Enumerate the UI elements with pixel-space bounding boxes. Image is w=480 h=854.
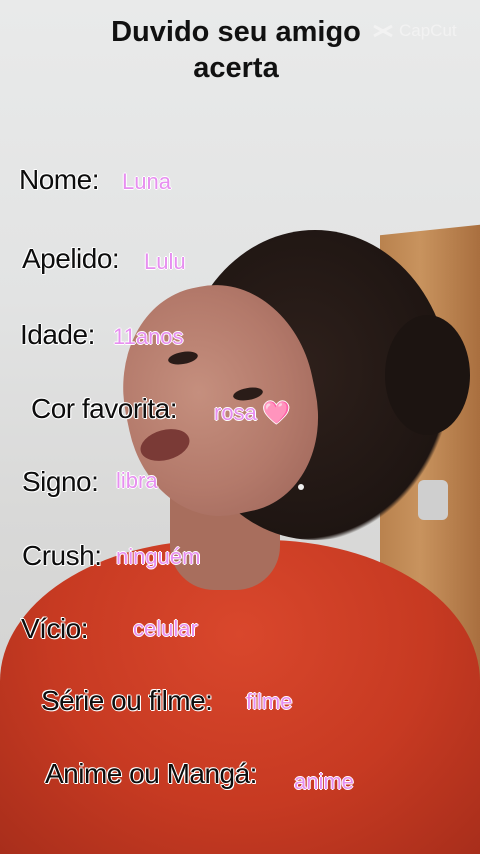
watermark-text: CapCut xyxy=(399,21,457,40)
capcut-watermark: CapCut xyxy=(372,21,457,41)
value-crush: ninguém xyxy=(116,544,201,569)
capcut-logo-icon xyxy=(373,24,393,38)
pink-heart-icon: 🩷 xyxy=(262,400,291,425)
value-signo: libra xyxy=(116,468,158,493)
value-anime-ou-manga: anime xyxy=(294,769,354,794)
cor-value-text: rosa xyxy=(214,400,257,425)
label-nome: Nome: xyxy=(19,164,99,195)
label-crush: Crush: xyxy=(22,540,102,571)
value-apelido: Lulu xyxy=(144,249,186,274)
label-apelido: Apelido: xyxy=(22,243,120,274)
value-cor-favorita: rosa 🩷 xyxy=(214,400,290,426)
value-idade: 11anos xyxy=(113,324,184,349)
door-handle xyxy=(418,480,448,520)
value-vicio: celular xyxy=(133,616,198,641)
video-title: Duvido seu amigo acerta xyxy=(111,16,361,84)
value-nome: Luna xyxy=(122,169,171,194)
label-signo: Signo: xyxy=(22,466,99,497)
hair-bun xyxy=(385,315,470,435)
label-idade: Idade: xyxy=(20,319,95,350)
value-serie-ou-filme: filme xyxy=(246,689,293,714)
earring xyxy=(298,484,304,490)
label-cor-favorita: Cor favorita: xyxy=(31,393,178,424)
label-anime-ou-manga: Anime ou Mangá: xyxy=(45,758,257,789)
label-vicio: Vício: xyxy=(21,613,89,644)
label-serie-ou-filme: Série ou filme: xyxy=(41,685,213,716)
